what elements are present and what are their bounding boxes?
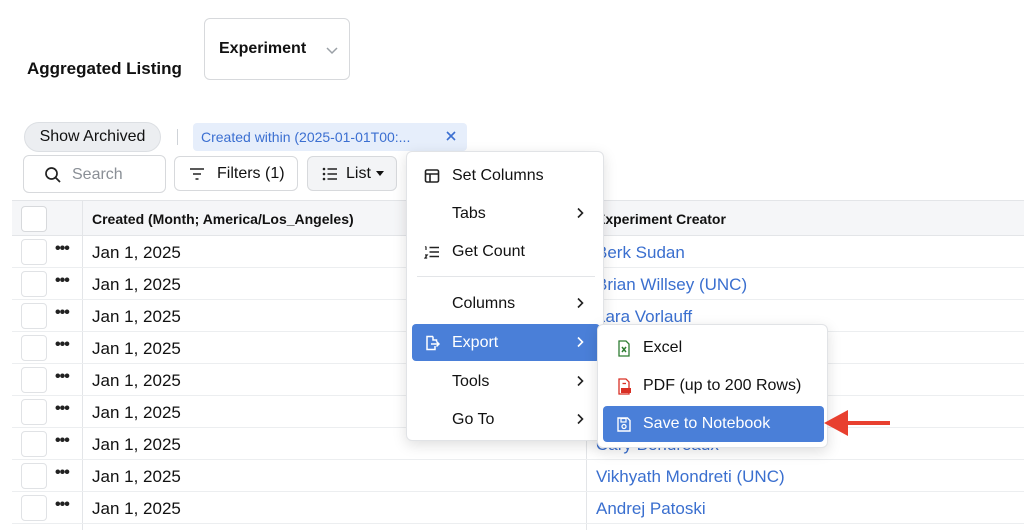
creator-link[interactable]: Berk Sudan xyxy=(596,243,685,263)
menu-item-get-count[interactable]: Get Count xyxy=(412,233,600,270)
save-to-notebook-item[interactable]: Save to Notebook xyxy=(603,406,824,442)
chevron-right-icon xyxy=(577,375,584,387)
filters-button[interactable]: Filters (1) xyxy=(174,156,298,191)
menu-item-export[interactable]: Export xyxy=(412,324,600,361)
created-cell: Jan 1, 2025 xyxy=(92,275,181,294)
search-icon xyxy=(45,167,61,183)
chevron-down-icon xyxy=(326,47,338,55)
menu-item-label: Set Columns xyxy=(452,167,544,184)
show-archived-button[interactable]: Show Archived xyxy=(24,122,161,152)
more-actions-icon[interactable]: ••• xyxy=(55,496,70,514)
row-checkbox[interactable] xyxy=(21,399,47,425)
row-checkbox[interactable] xyxy=(21,495,47,521)
more-actions-icon[interactable]: ••• xyxy=(55,272,70,290)
menu-item-go-to[interactable]: Go To xyxy=(412,401,600,438)
export-submenu: Excel PDF (up to 200 Rows) Save to Noteb… xyxy=(597,324,828,448)
chevron-right-icon xyxy=(577,207,584,219)
search-input[interactable] xyxy=(72,164,160,186)
excel-file-icon xyxy=(618,340,630,357)
page-title: Aggregated Listing xyxy=(27,59,182,78)
menu-item-label: Go To xyxy=(452,411,495,428)
save-icon xyxy=(617,417,631,432)
select-all-checkbox[interactable] xyxy=(21,206,47,232)
menu-item-label: Export xyxy=(452,334,499,351)
export-file-icon xyxy=(426,335,440,351)
creator-link[interactable]: Andrej Patoski xyxy=(596,499,706,519)
list-options-menu: Set Columns Tabs Get Count Columns Expor… xyxy=(406,151,604,441)
more-actions-icon[interactable]: ••• xyxy=(55,400,70,418)
created-cell: Jan 1, 2025 xyxy=(92,499,181,518)
column-header-created[interactable]: Created (Month; America/Los_Angeles) xyxy=(92,211,354,227)
row-checkbox[interactable] xyxy=(21,303,47,329)
created-cell: Jan 1, 2025 xyxy=(92,371,181,390)
creator-link[interactable]: Vikhyath Mondreti (UNC) xyxy=(596,467,785,487)
more-actions-icon[interactable]: ••• xyxy=(55,464,70,482)
row-checkbox[interactable] xyxy=(21,239,47,265)
menu-item-label: Columns xyxy=(452,295,516,312)
created-cell: Jan 1, 2025 xyxy=(92,339,181,358)
created-cell: Jan 1, 2025 xyxy=(92,435,181,454)
more-actions-icon[interactable]: ••• xyxy=(55,368,70,386)
created-cell: Jan 1, 2025 xyxy=(92,307,181,326)
created-cell: Jan 1, 2025 xyxy=(92,403,181,422)
more-actions-icon[interactable]: ••• xyxy=(55,304,70,322)
annotation-arrow-icon xyxy=(824,410,890,436)
close-icon[interactable] xyxy=(444,129,458,143)
view-mode-label: List xyxy=(346,164,371,182)
menu-item-tabs[interactable]: Tabs xyxy=(412,195,600,232)
menu-item-set-columns[interactable]: Set Columns xyxy=(412,157,600,194)
filters-label: Filters (1) xyxy=(217,164,285,182)
chevron-right-icon xyxy=(577,336,584,348)
entity-type-value: Experiment xyxy=(219,40,307,57)
table-icon xyxy=(424,169,440,183)
more-actions-icon[interactable]: ••• xyxy=(55,432,70,450)
active-filter-chip[interactable]: Created within (2025-01-01T00:... xyxy=(193,123,467,151)
menu-item-label: Tools xyxy=(452,373,490,390)
search-box xyxy=(23,155,166,193)
more-actions-icon[interactable]: ••• xyxy=(55,336,70,354)
list-icon xyxy=(322,167,337,180)
view-mode-button[interactable]: List xyxy=(307,156,397,191)
table-row: ••• Jan 1, 2025 Vikhyath Mondreti (UNC) xyxy=(12,460,1024,492)
more-actions-icon[interactable]: ••• xyxy=(55,240,70,258)
list-count-icon xyxy=(424,246,439,259)
menu-item-label: Tabs xyxy=(452,205,486,222)
menu-divider xyxy=(417,276,595,277)
row-checkbox[interactable] xyxy=(21,431,47,457)
submenu-item-label: PDF (up to 200 Rows) xyxy=(643,377,802,394)
pdf-file-icon xyxy=(618,378,631,395)
active-filter-label: Created within (2025-01-01T00:... xyxy=(201,129,411,145)
menu-item-tools[interactable]: Tools xyxy=(412,363,600,400)
column-header-creator[interactable]: Experiment Creator xyxy=(596,211,726,227)
row-checkbox[interactable] xyxy=(21,367,47,393)
divider xyxy=(177,129,178,145)
chevron-right-icon xyxy=(577,297,584,309)
menu-item-label: Get Count xyxy=(452,243,525,260)
submenu-item-label: Save to Notebook xyxy=(643,415,771,432)
table-row: ••• Jan 1, 2025 Andrej Patoski xyxy=(12,492,1024,524)
row-checkbox[interactable] xyxy=(21,335,47,361)
export-pdf-item[interactable]: PDF (up to 200 Rows) xyxy=(603,368,824,404)
created-cell: Jan 1, 2025 xyxy=(92,243,181,262)
row-checkbox[interactable] xyxy=(21,271,47,297)
created-cell: Jan 1, 2025 xyxy=(92,467,181,486)
submenu-item-label: Excel xyxy=(643,339,683,356)
chevron-right-icon xyxy=(577,413,584,425)
caret-down-icon xyxy=(375,171,384,176)
row-checkbox[interactable] xyxy=(21,463,47,489)
entity-type-select[interactable]: Experiment xyxy=(204,18,350,80)
creator-link[interactable]: Brian Willsey (UNC) xyxy=(596,275,747,295)
menu-item-columns[interactable]: Columns xyxy=(412,285,600,322)
export-excel-item[interactable]: Excel xyxy=(603,330,824,366)
filter-icon xyxy=(190,167,204,180)
